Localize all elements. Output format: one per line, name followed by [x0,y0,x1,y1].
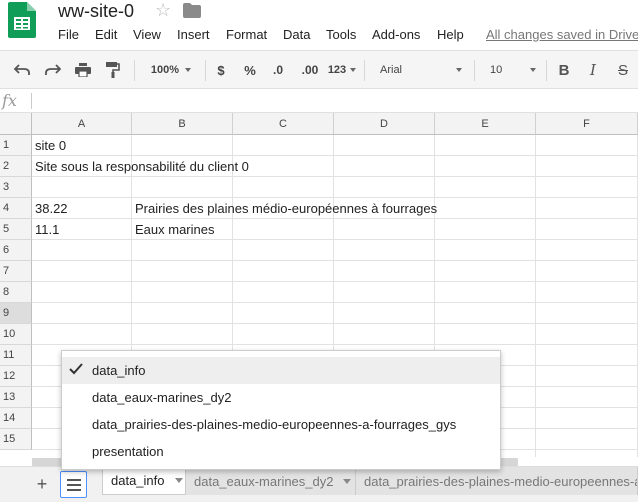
formula-input[interactable] [36,89,636,112]
row-header-15[interactable]: 15 [0,429,32,450]
decrease-decimals-button[interactable]: .0 [266,51,290,89]
column-header-f[interactable]: F [536,113,638,135]
font-family-value: Arial [380,64,403,76]
bold-button[interactable]: B [553,51,575,89]
cell-a1[interactable]: site 0 [32,135,66,156]
add-sheet-button[interactable]: + [34,474,50,494]
menu-help[interactable]: Help [437,27,464,42]
save-status-link[interactable]: All changes saved in Drive [486,27,638,42]
row-header-4[interactable]: 4 [0,198,32,219]
sheet-menu-item[interactable]: data_prairies-des-plaines-medio-europeen… [62,411,500,438]
chevron-down-icon [350,68,357,72]
menu-data[interactable]: Data [283,27,310,42]
sheet-menu-label: data_eaux-marines_dy2 [92,390,232,405]
column-header-b[interactable]: B [132,113,233,135]
percent-format-button[interactable]: % [239,51,261,89]
strikethrough-button[interactable]: S [612,51,634,89]
zoom-select[interactable]: 100% [141,51,201,89]
percent-label: % [244,62,256,78]
menu-edit[interactable]: Edit [95,27,117,42]
column-header-e[interactable]: E [435,113,536,135]
sheet-menu-label: data_prairies-des-plaines-medio-europeen… [92,417,457,432]
row-header-11[interactable]: 11 [0,345,32,366]
row-header-5[interactable]: 5 [0,219,32,240]
sheet-menu-label: presentation [92,444,164,459]
chevron-down-icon [530,68,536,72]
column-header-a[interactable]: A [32,113,132,135]
row-header-9[interactable]: 9 [0,303,32,324]
cell-b5[interactable]: Eaux marines [132,219,214,240]
folder-icon[interactable] [183,3,201,23]
font-size-select[interactable]: 10 [482,51,540,89]
chevron-down-icon[interactable] [174,478,183,483]
strikethrough-label: S [617,61,628,79]
sheet-menu-label: data_info [92,363,146,378]
increase-decimals-label: .00 [301,63,319,77]
sheet-tab-data-prairies[interactable]: data_prairies-des-plaines-medio-europeen… [356,467,638,495]
sheets-logo-icon[interactable] [8,2,36,38]
document-title[interactable]: ww-site-0 [58,1,134,22]
sheet-menu-item[interactable]: data_eaux-marines_dy2 [62,384,500,411]
column-header-c[interactable]: C [233,113,334,135]
chevron-down-icon[interactable] [343,478,352,484]
row-header-10[interactable]: 10 [0,324,32,345]
paint-format-icon[interactable] [101,51,125,89]
menu-view[interactable]: View [133,27,161,42]
formula-bar: fx [0,89,638,113]
sheet-menu-item[interactable]: presentation [62,438,500,465]
sheet-tab-label: data_info [111,473,165,488]
zoom-value: 100% [150,64,180,76]
sheet-tab-data-info[interactable]: data_info [102,467,186,495]
increase-decimals-button[interactable]: .00 [297,51,323,89]
bold-label: B [558,61,570,79]
currency-label: $ [217,62,225,78]
chevron-down-icon [456,68,462,72]
cell-b4[interactable]: Prairies des plaines médio-européennes à… [132,198,437,219]
redo-icon[interactable] [41,51,65,89]
italic-button[interactable]: I [582,51,604,89]
sheet-list-menu: data_info data_eaux-marines_dy2 data_pra… [61,350,501,470]
currency-format-button[interactable]: $ [210,51,232,89]
decrease-decimals-label: .0 [272,63,283,77]
row-header-8[interactable]: 8 [0,282,32,303]
row-header-6[interactable]: 6 [0,240,32,261]
row-header-14[interactable]: 14 [0,408,32,429]
menu-addons[interactable]: Add-ons [372,27,420,42]
row-header-1[interactable]: 1 [0,135,32,156]
cell-a5[interactable]: 11.1 [32,219,59,240]
sheet-tab-label: data_eaux-marines_dy2 [194,473,334,489]
checkmark-icon [69,363,83,375]
sheet-tab-data-eaux-marines[interactable]: data_eaux-marines_dy2 [186,467,356,495]
sheet-tab-label: data_prairies-des-plaines-medio-europeen… [364,473,637,489]
menu-insert[interactable]: Insert [177,27,210,42]
more-formats-select[interactable]: 123 [326,51,358,89]
cell-a2[interactable]: Site sous la responsabilité du client 0 [32,156,249,177]
row-header-7[interactable]: 7 [0,261,32,282]
italic-label: I [590,61,596,79]
select-all-corner[interactable] [0,113,32,135]
row-header-3[interactable]: 3 [0,177,32,198]
menu-file[interactable]: File [58,27,79,42]
more-formats-label: 123 [327,64,347,76]
all-sheets-button[interactable] [60,471,87,498]
font-size-value: 10 [490,64,503,76]
spreadsheet-app: ww-site-0 ☆ File Edit View Insert Format… [0,0,638,502]
fx-icon: fx [2,91,17,110]
row-header-12[interactable]: 12 [0,366,32,387]
menu-format[interactable]: Format [226,27,267,42]
row-header-13[interactable]: 13 [0,387,32,408]
column-header-d[interactable]: D [334,113,435,135]
undo-icon[interactable] [10,51,34,89]
print-icon[interactable] [71,51,95,89]
chevron-down-icon [185,68,192,72]
menu-tools[interactable]: Tools [326,27,356,42]
toolbar: 100% $ % .0 .00 123 Arial 10 B I S [0,50,638,89]
star-icon[interactable]: ☆ [155,0,171,21]
row-header-2[interactable]: 2 [0,156,32,177]
cell-a4[interactable]: 38.22 [32,198,68,219]
font-family-select[interactable]: Arial [372,51,466,89]
sheet-menu-item[interactable]: data_info [62,357,500,384]
list-icon [66,478,81,491]
